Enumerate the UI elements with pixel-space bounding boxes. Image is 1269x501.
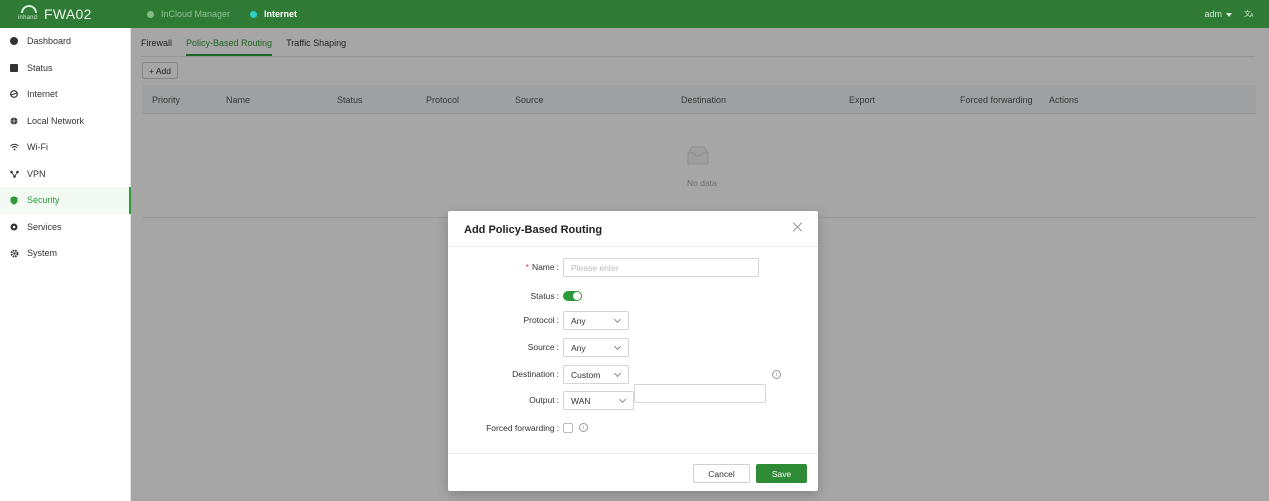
- translate-icon[interactable]: 文A: [1244, 8, 1255, 20]
- dialog-title: Add Policy-Based Routing: [464, 224, 603, 236]
- protocol-select[interactable]: Any: [563, 311, 629, 330]
- dialog-footer-divider: [448, 453, 818, 454]
- chevron-down-icon: [613, 369, 622, 378]
- top-tab-incloud-manager[interactable]: InCloud Manager: [147, 9, 230, 19]
- globe-icon: [10, 117, 18, 125]
- status-toggle[interactable]: [563, 291, 582, 301]
- chevron-down-icon: [613, 315, 622, 324]
- name-row: * Name:: [448, 258, 818, 277]
- svg-text:A: A: [1250, 13, 1254, 18]
- output-label: Output:: [529, 395, 559, 405]
- protocol-row: Protocol: Any: [448, 311, 818, 330]
- output-row: Output: WAN: [448, 391, 818, 410]
- sidebar-item-internet[interactable]: Internet: [0, 81, 130, 108]
- user-menu[interactable]: adm: [1204, 9, 1232, 19]
- status-icon: [10, 63, 18, 72]
- sidebar: Dashboard Status Internet Local Network …: [0, 28, 131, 501]
- protocol-label: Protocol:: [523, 315, 559, 325]
- status-dot-icon: [147, 10, 154, 18]
- logo-mark-icon: inhand: [18, 4, 40, 24]
- wifi-icon: [10, 143, 19, 151]
- forced-forwarding-checkbox[interactable]: [563, 423, 573, 433]
- name-input[interactable]: [563, 258, 759, 277]
- destination-select[interactable]: Custom: [563, 365, 629, 384]
- chevron-down-icon: [613, 342, 622, 351]
- top-bar: inhand FWA02 InCloud Manager Internet ad…: [0, 0, 1269, 28]
- internet-icon: [10, 90, 18, 99]
- sidebar-item-wifi[interactable]: Wi-Fi: [0, 134, 130, 161]
- dashboard-icon: [10, 37, 18, 46]
- chevron-down-icon: [618, 395, 627, 404]
- forced-forwarding-label: Forced forwarding:: [486, 423, 559, 433]
- vpn-icon: [10, 170, 19, 178]
- sidebar-item-local-network[interactable]: Local Network: [0, 108, 130, 135]
- destination-row: Destination: Custom i: [448, 365, 818, 403]
- status-dot-icon: [250, 10, 258, 18]
- status-row: Status:: [448, 287, 818, 306]
- add-policy-routing-dialog: Add Policy-Based Routing *Name: Status: …: [448, 211, 818, 491]
- product-name: FWA02: [44, 6, 92, 22]
- close-icon[interactable]: [792, 221, 804, 233]
- save-button[interactable]: Save: [756, 464, 807, 483]
- status-label: Status:: [530, 291, 559, 301]
- destination-label: Destination:: [512, 369, 559, 379]
- info-icon[interactable]: i: [772, 370, 781, 379]
- forced-forwarding-row: Forced forwarding: i: [448, 419, 818, 438]
- logo: inhand FWA02: [0, 0, 131, 28]
- chevron-down-icon: [1226, 12, 1232, 17]
- output-select[interactable]: WAN: [563, 391, 634, 410]
- info-icon[interactable]: i: [579, 423, 588, 432]
- shield-icon: [10, 196, 18, 205]
- source-select[interactable]: Any: [563, 338, 629, 357]
- source-label: Source:: [527, 342, 559, 352]
- services-icon: [10, 223, 18, 231]
- top-tab-internet[interactable]: Internet: [250, 9, 297, 19]
- cancel-button[interactable]: Cancel: [693, 464, 750, 483]
- sidebar-item-security[interactable]: Security: [0, 187, 131, 214]
- sidebar-item-dashboard[interactable]: Dashboard: [0, 28, 130, 55]
- sidebar-item-services[interactable]: Services: [0, 214, 130, 241]
- gear-icon: [10, 249, 19, 258]
- sidebar-item-system[interactable]: System: [0, 240, 130, 267]
- required-marker: *: [525, 262, 529, 272]
- source-row: Source: Any: [448, 338, 818, 357]
- dialog-header: Add Policy-Based Routing: [448, 211, 818, 247]
- sidebar-item-vpn[interactable]: VPN: [0, 161, 130, 188]
- sidebar-item-status[interactable]: Status: [0, 55, 130, 82]
- name-label: * Name:: [525, 262, 559, 272]
